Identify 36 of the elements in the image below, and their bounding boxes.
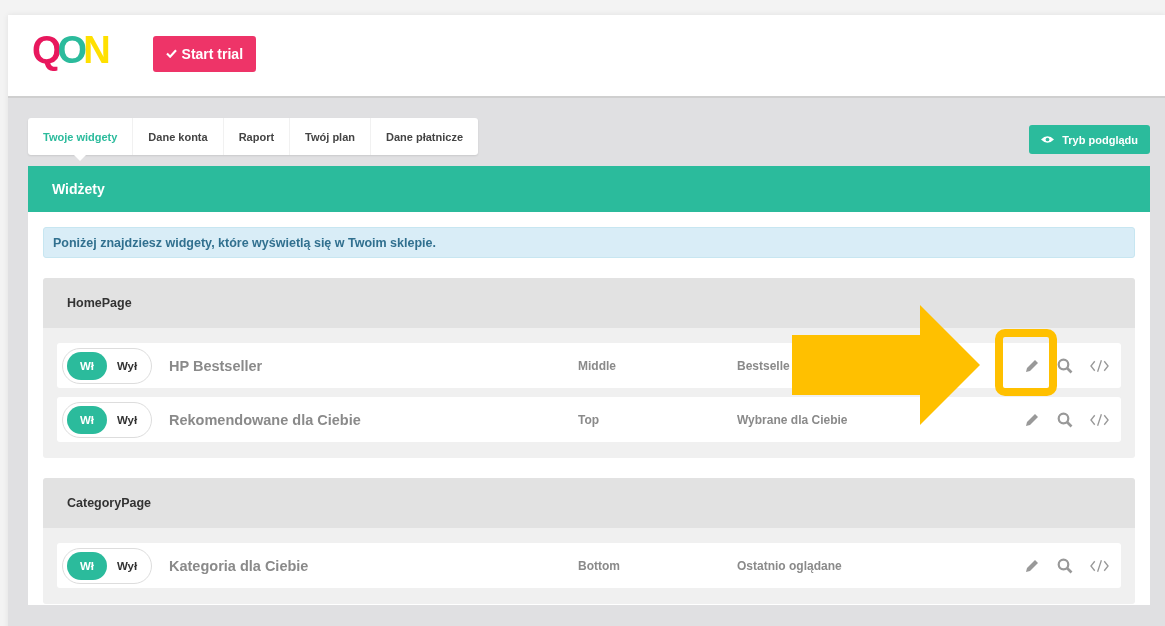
check-icon — [165, 49, 177, 58]
eye-icon — [1041, 135, 1055, 144]
info-text: Poniżej znajdziesz widgety, które wyświetlą się w Twoim sklepie. — [53, 235, 436, 250]
logo: QON — [32, 30, 107, 69]
pencil-icon[interactable] — [1024, 557, 1040, 574]
off-option: Wył — [107, 351, 147, 380]
section-title: HomePage — [67, 296, 132, 310]
code-icon[interactable] — [1090, 357, 1109, 374]
widget-position: Top — [578, 412, 601, 427]
pencil-icon[interactable] — [1024, 357, 1040, 374]
widget-position: Bottom — [578, 558, 621, 573]
search-icon[interactable] — [1057, 557, 1073, 574]
search-icon[interactable] — [1057, 357, 1073, 374]
widget-name: Kategoria dla Ciebie — [169, 557, 310, 574]
panel-title: Widżety — [52, 181, 105, 197]
code-icon[interactable] — [1090, 411, 1109, 428]
widget-type: Wybrane dla Ciebie — [737, 412, 849, 427]
widget-position: Middle — [578, 358, 617, 373]
off-option: Wył — [107, 405, 147, 434]
off-option: Wył — [107, 551, 147, 580]
tab[interactable]: Twój plan — [290, 118, 371, 155]
code-icon[interactable] — [1090, 557, 1109, 574]
pencil-icon[interactable] — [1024, 411, 1040, 428]
search-icon[interactable] — [1057, 411, 1073, 428]
section-title: CategoryPage — [67, 496, 152, 510]
on-option: Wł — [67, 551, 107, 580]
start-trial-button[interactable]: Start trial — [152, 35, 257, 72]
widget-name: HP Bestseller — [169, 357, 264, 374]
tab[interactable]: Raport — [223, 118, 291, 155]
tab[interactable]: Dane konta — [133, 118, 224, 155]
widget-type: Ostatnio oglądane — [737, 558, 843, 573]
on-option: Wł — [67, 351, 107, 380]
on-option: Wł — [67, 405, 107, 434]
tab[interactable]: Dane płatnicze — [371, 118, 479, 155]
widget-name: Rekomendowane dla Ciebie — [169, 411, 362, 428]
widget-type: Bestselle — [737, 358, 791, 373]
